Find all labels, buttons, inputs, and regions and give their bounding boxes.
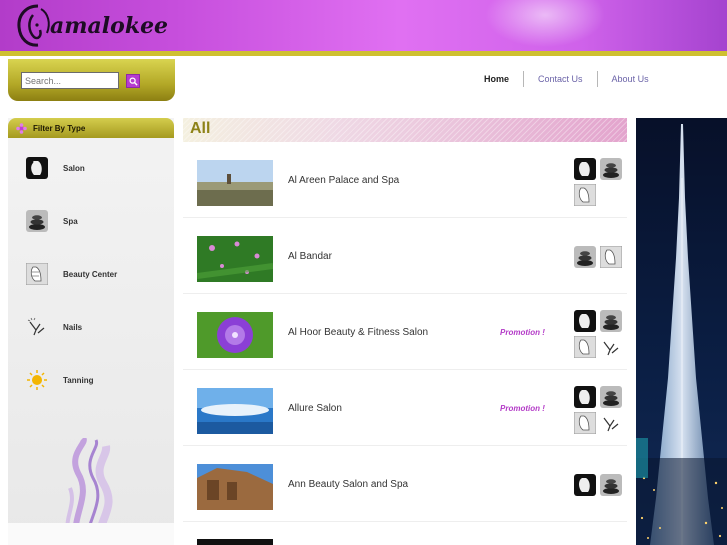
promotion-badge[interactable]: Promotion !	[500, 294, 545, 370]
flower-icon	[16, 122, 27, 134]
listing-name[interactable]: Ann Beauty Salon and Spa	[288, 446, 408, 522]
listing-type-icons	[574, 474, 626, 526]
listing-name[interactable]: Al Hoor Beauty & Fitness Salon	[288, 294, 428, 370]
filter-item-label: Nails	[63, 322, 83, 332]
filter-item-salon[interactable]: Salon	[26, 155, 166, 181]
tanning-sun-icon	[27, 370, 47, 390]
listing-name[interactable]: Al Areen Palace and Spa	[288, 142, 399, 218]
nav-about-link[interactable]: About Us	[598, 74, 663, 84]
filter-item-nails[interactable]: Nails	[26, 314, 166, 340]
beauty-center-icon	[600, 246, 622, 268]
listing-type-icons	[574, 246, 626, 298]
filter-item-tanning[interactable]: Tanning	[26, 367, 166, 393]
nails-icon	[603, 341, 619, 356]
listing-thumbnail[interactable]	[197, 388, 273, 434]
salon-icon	[574, 158, 596, 180]
listing-row[interactable]: Al Bandar	[183, 218, 627, 294]
spa-stones-icon	[600, 158, 622, 180]
filter-item-spa[interactable]: Spa	[26, 208, 166, 234]
site-logo[interactable]: amalokee	[14, 2, 168, 50]
nails-icon	[603, 417, 619, 432]
brand-name: amalokee	[50, 13, 169, 39]
beauty-center-icon	[574, 336, 596, 358]
listing-row[interactable]: Al Hoor Beauty & Fitness Salon Promotion…	[183, 294, 627, 370]
spa-stones-icon	[600, 386, 622, 408]
spa-stones-icon	[574, 246, 596, 268]
listing-row[interactable]: Allure Salon Promotion !	[183, 370, 627, 446]
spa-stones-icon	[600, 474, 622, 496]
salon-icon	[574, 474, 596, 496]
filter-sidebar: Filter By Type Salon Spa Beauty Center N…	[8, 118, 174, 545]
spa-stones-icon	[600, 310, 622, 332]
page: amalokee Home Contact Us About Us Filter…	[0, 0, 727, 545]
top-nav: Home Contact Us About Us	[470, 71, 663, 87]
listing-thumbnail[interactable]	[197, 539, 273, 545]
beauty-center-icon	[26, 263, 48, 285]
listing-header: All	[183, 118, 627, 142]
listing-thumbnail[interactable]	[197, 160, 273, 206]
promotion-badge[interactable]: Promotion !	[500, 370, 545, 446]
search-input[interactable]	[21, 72, 119, 89]
spa-stones-icon	[26, 210, 48, 232]
filter-item-label: Beauty Center	[63, 269, 118, 279]
header-sparkle	[480, 0, 610, 50]
search-button[interactable]	[126, 74, 140, 88]
listing-row[interactable]: Ann Beauty Salon and Spa	[183, 446, 627, 522]
listing-thumbnail[interactable]	[197, 464, 273, 510]
nav-home-link[interactable]: Home	[470, 74, 523, 84]
listing-type-icons	[574, 386, 626, 438]
salon-icon	[574, 310, 596, 332]
listing-type-icons	[574, 310, 626, 362]
logo-woman-face-icon	[17, 4, 50, 47]
nav-contact-link[interactable]: Contact Us	[524, 74, 597, 84]
header-banner: amalokee	[0, 0, 727, 56]
beauty-center-icon	[574, 412, 596, 434]
listing-title: All	[190, 120, 211, 137]
search-panel	[8, 59, 175, 101]
listing-name[interactable]: Al Bandar	[288, 218, 332, 294]
filter-item-beauty-center[interactable]: Beauty Center	[26, 261, 166, 287]
sidebar-footer	[8, 523, 174, 545]
nails-icon	[27, 317, 45, 336]
listing-row[interactable]: Al Areen Palace and Spa	[183, 142, 627, 218]
filter-header: Filter By Type	[8, 118, 174, 138]
listing-type-icons	[574, 158, 626, 210]
filter-title: Filter By Type	[33, 123, 86, 133]
salon-icon	[574, 386, 596, 408]
filter-item-label: Tanning	[63, 375, 94, 385]
listing-thumbnail[interactable]	[197, 312, 273, 358]
salon-icon	[26, 157, 48, 179]
listing-panel: All Al Areen Palace and Spa Al Bandar Al…	[183, 118, 627, 545]
listing-thumbnail[interactable]	[197, 236, 273, 282]
filter-item-label: Salon	[63, 163, 85, 173]
beauty-center-icon	[574, 184, 596, 206]
listing-name[interactable]: Allure Salon	[288, 370, 342, 446]
burj-khalifa-night-image	[636, 118, 727, 545]
filter-item-label: Spa	[63, 216, 78, 226]
search-icon	[128, 76, 138, 86]
